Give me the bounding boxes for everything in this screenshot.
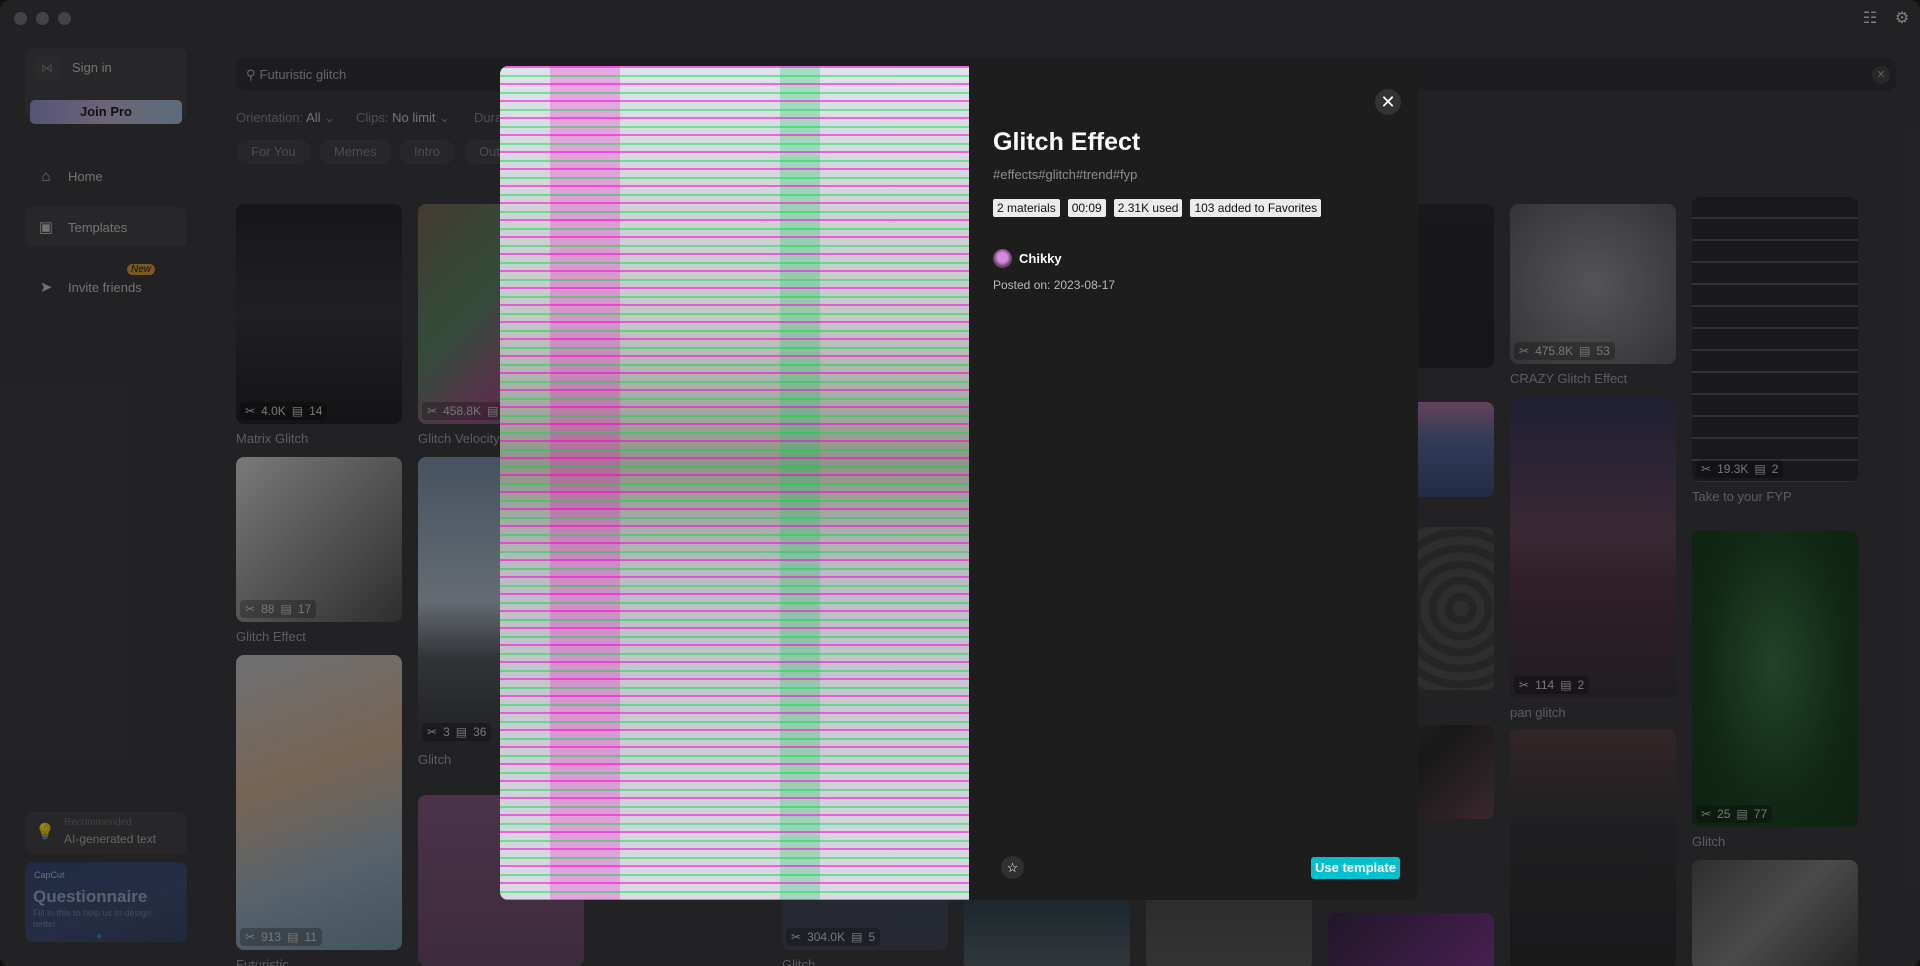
template-tags: #effects#glitch#trend#fyp xyxy=(993,167,1138,182)
duration-badge: 00:09 xyxy=(1067,199,1106,217)
use-template-button[interactable]: Use template xyxy=(1311,857,1400,879)
favorites-badge: 103 added to Favorites xyxy=(1190,199,1322,217)
favorite-button[interactable]: ☆ xyxy=(1001,856,1024,879)
template-detail-modal: Glitch Effect #effects#glitch#trend#fyp … xyxy=(500,66,1418,900)
materials-badge: 2 materials xyxy=(993,199,1060,217)
posted-date: Posted on: 2023-08-17 xyxy=(993,278,1116,292)
template-title: Glitch Effect xyxy=(993,128,1141,156)
template-preview-video[interactable] xyxy=(500,66,969,900)
author-name: Chikky xyxy=(1019,251,1062,266)
app-window: ☷ ⚙ ⋈ Sign in Join Pro ⌂ Home ▣ Template… xyxy=(0,0,1920,966)
avatar xyxy=(993,249,1012,268)
author[interactable]: Chikky xyxy=(993,249,1062,268)
star-icon: ☆ xyxy=(1006,860,1019,875)
close-icon[interactable]: ✕ xyxy=(1375,89,1401,115)
template-info-panel: Glitch Effect #effects#glitch#trend#fyp … xyxy=(993,66,1418,900)
used-badge: 2.31K used xyxy=(1113,199,1183,217)
template-badges: 2 materials 00:09 2.31K used 103 added t… xyxy=(993,199,1322,217)
